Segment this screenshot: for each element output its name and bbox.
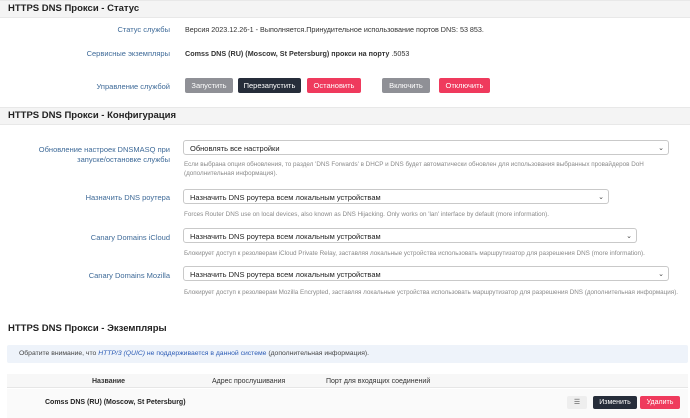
icloud-select-value: Назначить DNS роутера всем локальным уст…: [190, 232, 381, 241]
dnsmasq-help-line1: Если выбрана опция обновления, то раздел…: [184, 161, 644, 168]
service-control-label: Управление службой: [96, 82, 171, 91]
column-listen-header: Адрес прослушивания: [212, 378, 286, 385]
column-name-header: Название: [92, 378, 126, 385]
quic-notice-part1: Обратите внимание, что: [19, 350, 99, 357]
dnsmasq-select-value: Обновлять все настройки: [190, 144, 280, 153]
column-port-header: Порт для входящих соединений: [326, 378, 431, 385]
chevron-down-icon: ⌄: [658, 271, 664, 278]
disable-button[interactable]: Отключить: [439, 78, 490, 93]
quic-notice-text: Обратите внимание, что HTTP/3 (QUIC) не …: [19, 350, 369, 357]
mozilla-select[interactable]: Назначить DNS роутера всем локальным уст…: [183, 266, 669, 281]
instance-description: Comss DNS (RU) (Moscow, St Petersburg) п…: [185, 49, 390, 58]
dnsmasq-label-line2: запуске/остановке службы: [77, 155, 170, 164]
quic-notice-part4: (дополнительная информация).: [266, 350, 370, 357]
chevron-down-icon: ⌄: [658, 145, 664, 152]
service-status-value: Версия 2023.12.26-1 - Выполняется.Принуд…: [185, 25, 484, 34]
instance-name: Comss DNS (RU) (Moscow, St Petersburg): [45, 399, 186, 406]
mozilla-label: Canary Domains Mozilla: [88, 271, 170, 280]
restart-button[interactable]: Перезапустить: [238, 78, 301, 93]
mozilla-help: Блокирует доступ к резолверам Mozilla En…: [184, 289, 679, 296]
router-dns-select-value: Назначить DNS роутера всем локальным уст…: [190, 193, 381, 202]
service-status-label: Статус службы: [117, 25, 170, 34]
stop-button[interactable]: Остановить: [307, 78, 361, 93]
start-button[interactable]: Запустить: [185, 78, 233, 93]
service-instances-value: Comss DNS (RU) (Moscow, St Petersburg) п…: [185, 49, 409, 58]
router-dns-help: Forces Router DNS use on local devices, …: [184, 211, 549, 218]
dnsmasq-label-line1: Обновление настроек DNSMASQ при: [38, 145, 170, 154]
icloud-help: Блокирует доступ к резолверам iCloud Pri…: [184, 250, 645, 257]
dnsmasq-help-line2: (дополнительная информация).: [184, 170, 278, 177]
dnsmasq-select[interactable]: Обновлять все настройки ⌄: [183, 140, 669, 155]
dnsmasq-help: Если выбрана опция обновления, то раздел…: [184, 160, 644, 178]
router-dns-label: Назначить DNS роутера: [85, 193, 170, 202]
quic-notice-part2: HTTP/3 (QUIC): [98, 350, 146, 357]
router-dns-select[interactable]: Назначить DNS роутера всем локальным уст…: [183, 189, 609, 204]
quic-notice: Обратите внимание, что HTTP/3 (QUIC) не …: [7, 345, 688, 363]
service-instances-label: Сервисные экземпляры: [86, 49, 170, 58]
icloud-select[interactable]: Назначить DNS роутера всем локальным уст…: [183, 228, 637, 243]
enable-button[interactable]: Включить: [382, 78, 430, 93]
chevron-down-icon: ⌄: [598, 194, 604, 201]
edit-button[interactable]: Изменить: [593, 396, 637, 409]
chevron-down-icon: ⌄: [626, 233, 632, 240]
quic-notice-part3: не поддерживается в данной системе: [145, 350, 267, 357]
dnsmasq-label: Обновление настроек DNSMASQ при запуске/…: [0, 145, 170, 165]
instance-port: .5053: [391, 49, 410, 58]
config-section-title: HTTPS DNS Прокси - Конфигурация: [8, 110, 177, 121]
instances-section-title: HTTPS DNS Прокси - Экземпляры: [8, 323, 167, 334]
icloud-label: Canary Domains iCloud: [90, 233, 170, 242]
drag-handle-icon[interactable]: ☰: [567, 396, 587, 409]
mozilla-select-value: Назначить DNS роутера всем локальным уст…: [190, 270, 381, 279]
delete-button[interactable]: Удалить: [640, 396, 680, 409]
status-section-title: HTTPS DNS Прокси - Статус: [8, 3, 140, 14]
